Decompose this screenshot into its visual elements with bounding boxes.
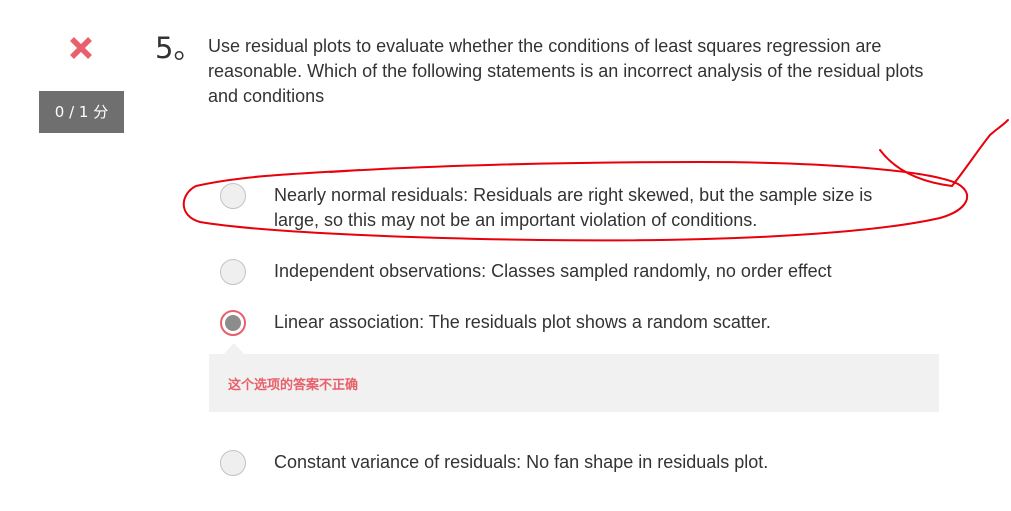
radio-button[interactable] — [220, 259, 246, 285]
option-label: Nearly normal residuals: Residuals are r… — [274, 185, 873, 230]
cross-icon — [70, 37, 92, 59]
option-label: Constant variance of residuals: No fan s… — [274, 452, 769, 472]
feedback-pointer — [224, 343, 244, 354]
option-label: Linear association: The residuals plot s… — [274, 312, 771, 332]
radio-button-selected[interactable] — [220, 310, 246, 336]
question-text: Use residual plots to evaluate whether t… — [208, 36, 924, 106]
score-badge: 0 / 1 分 — [39, 91, 124, 133]
radio-button[interactable] — [220, 183, 246, 209]
annotation-ellipse-tail — [879, 149, 953, 187]
radio-button[interactable] — [220, 450, 246, 476]
question-number: 5。 — [155, 31, 203, 65]
check-mark-icon — [951, 119, 1009, 187]
feedback-text: 这个选项的答案不正确 — [228, 378, 359, 393]
option-label: Independent observations: Classes sample… — [274, 261, 832, 281]
feedback-box: 这个选项的答案不正确 — [209, 354, 939, 412]
